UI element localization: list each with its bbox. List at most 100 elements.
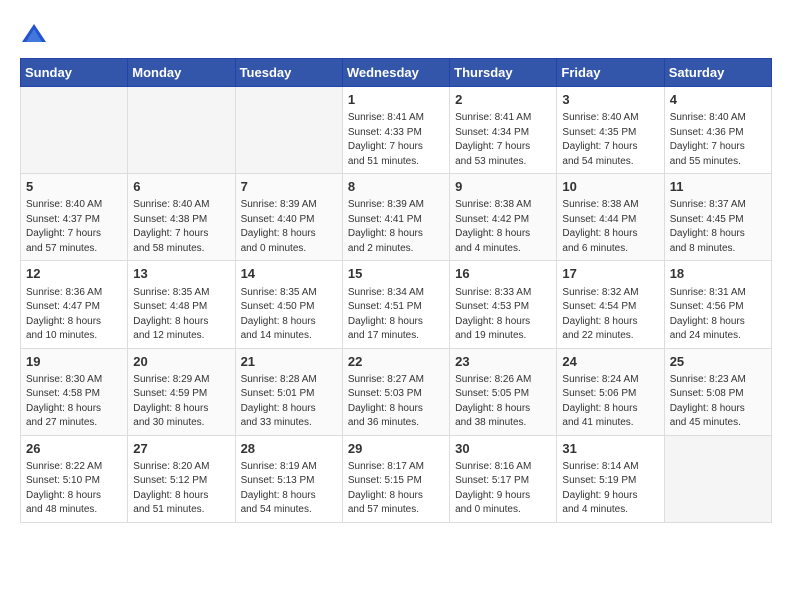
day-number: 16 (455, 265, 551, 283)
day-number: 21 (241, 353, 337, 371)
day-number: 26 (26, 440, 122, 458)
day-number: 3 (562, 91, 658, 109)
day-info: Sunrise: 8:33 AM Sunset: 4:53 PM Dayligh… (455, 286, 551, 344)
table-row: 15 Sunrise: 8:34 AM Sunset: 4:51 PM Dayli… (342, 261, 449, 348)
day-info: Sunrise: 8:28 AM Sunset: 5:01 PM Dayligh… (241, 373, 337, 431)
table-row: 12 Sunrise: 8:36 AM Sunset: 4:47 PM Dayli… (21, 261, 128, 348)
table-row: 18 Sunrise: 8:31 AM Sunset: 4:56 PM Dayli… (664, 261, 771, 348)
day-info: Sunrise: 8:34 AM Sunset: 4:51 PM Dayligh… (348, 286, 444, 344)
day-number: 17 (562, 265, 658, 283)
day-info: Sunrise: 8:26 AM Sunset: 5:05 PM Dayligh… (455, 373, 551, 431)
table-row: 3 Sunrise: 8:40 AM Sunset: 4:35 PM Daylig… (557, 87, 664, 174)
day-number: 19 (26, 353, 122, 371)
table-row: 27 Sunrise: 8:20 AM Sunset: 5:12 PM Dayli… (128, 435, 235, 522)
day-number: 14 (241, 265, 337, 283)
day-number: 8 (348, 178, 444, 196)
day-number: 6 (133, 178, 229, 196)
table-row: 21 Sunrise: 8:28 AM Sunset: 5:01 PM Dayli… (235, 348, 342, 435)
day-info: Sunrise: 8:20 AM Sunset: 5:12 PM Dayligh… (133, 460, 229, 518)
table-row: 1 Sunrise: 8:41 AM Sunset: 4:33 PM Daylig… (342, 87, 449, 174)
calendar-day-header: Tuesday (235, 59, 342, 87)
day-number: 25 (670, 353, 766, 371)
day-info: Sunrise: 8:35 AM Sunset: 4:50 PM Dayligh… (241, 286, 337, 344)
table-row: 25 Sunrise: 8:23 AM Sunset: 5:08 PM Dayli… (664, 348, 771, 435)
table-row: 26 Sunrise: 8:22 AM Sunset: 5:10 PM Dayli… (21, 435, 128, 522)
day-info: Sunrise: 8:32 AM Sunset: 4:54 PM Dayligh… (562, 286, 658, 344)
day-number: 2 (455, 91, 551, 109)
calendar-day-header: Wednesday (342, 59, 449, 87)
day-info: Sunrise: 8:40 AM Sunset: 4:36 PM Dayligh… (670, 111, 766, 169)
calendar-table: SundayMondayTuesdayWednesdayThursdayFrid… (20, 58, 772, 523)
table-row: 5 Sunrise: 8:40 AM Sunset: 4:37 PM Daylig… (21, 174, 128, 261)
day-info: Sunrise: 8:41 AM Sunset: 4:34 PM Dayligh… (455, 111, 551, 169)
day-info: Sunrise: 8:27 AM Sunset: 5:03 PM Dayligh… (348, 373, 444, 431)
table-row: 28 Sunrise: 8:19 AM Sunset: 5:13 PM Dayli… (235, 435, 342, 522)
day-info: Sunrise: 8:24 AM Sunset: 5:06 PM Dayligh… (562, 373, 658, 431)
day-info: Sunrise: 8:30 AM Sunset: 4:58 PM Dayligh… (26, 373, 122, 431)
day-info: Sunrise: 8:40 AM Sunset: 4:38 PM Dayligh… (133, 198, 229, 256)
calendar-week-row: 1 Sunrise: 8:41 AM Sunset: 4:33 PM Daylig… (21, 87, 772, 174)
table-row (21, 87, 128, 174)
day-number: 31 (562, 440, 658, 458)
day-number: 10 (562, 178, 658, 196)
table-row: 19 Sunrise: 8:30 AM Sunset: 4:58 PM Dayli… (21, 348, 128, 435)
table-row: 11 Sunrise: 8:37 AM Sunset: 4:45 PM Dayli… (664, 174, 771, 261)
table-row (235, 87, 342, 174)
table-row: 24Sunrise: 8:24 AM Sunset: 5:06 PM Dayli… (557, 348, 664, 435)
day-info: Sunrise: 8:40 AM Sunset: 4:37 PM Dayligh… (26, 198, 122, 256)
calendar-day-header: Saturday (664, 59, 771, 87)
day-info: Sunrise: 8:29 AM Sunset: 4:59 PM Dayligh… (133, 373, 229, 431)
table-row: 22 Sunrise: 8:27 AM Sunset: 5:03 PM Dayli… (342, 348, 449, 435)
day-info: Sunrise: 8:31 AM Sunset: 4:56 PM Dayligh… (670, 286, 766, 344)
calendar-day-header: Sunday (21, 59, 128, 87)
day-info: Sunrise: 8:23 AM Sunset: 5:08 PM Dayligh… (670, 373, 766, 431)
table-row: 8 Sunrise: 8:39 AM Sunset: 4:41 PM Daylig… (342, 174, 449, 261)
calendar-header-row: SundayMondayTuesdayWednesdayThursdayFrid… (21, 59, 772, 87)
day-number: 12 (26, 265, 122, 283)
table-row (664, 435, 771, 522)
day-number: 1 (348, 91, 444, 109)
day-number: 22 (348, 353, 444, 371)
table-row: 9Sunrise: 8:38 AM Sunset: 4:42 PM Daylig… (450, 174, 557, 261)
day-info: Sunrise: 8:16 AM Sunset: 5:17 PM Dayligh… (455, 460, 551, 518)
table-row (128, 87, 235, 174)
calendar-week-row: 26 Sunrise: 8:22 AM Sunset: 5:10 PM Dayli… (21, 435, 772, 522)
day-info: Sunrise: 8:19 AM Sunset: 5:13 PM Dayligh… (241, 460, 337, 518)
day-info: Sunrise: 8:39 AM Sunset: 4:41 PM Dayligh… (348, 198, 444, 256)
day-number: 23 (455, 353, 551, 371)
day-number: 7 (241, 178, 337, 196)
table-row: 4 Sunrise: 8:40 AM Sunset: 4:36 PM Daylig… (664, 87, 771, 174)
day-info: Sunrise: 8:22 AM Sunset: 5:10 PM Dayligh… (26, 460, 122, 518)
table-row: 2 Sunrise: 8:41 AM Sunset: 4:34 PM Daylig… (450, 87, 557, 174)
day-info: Sunrise: 8:35 AM Sunset: 4:48 PM Dayligh… (133, 286, 229, 344)
table-row: 10Sunrise: 8:38 AM Sunset: 4:44 PM Dayli… (557, 174, 664, 261)
day-info: Sunrise: 8:37 AM Sunset: 4:45 PM Dayligh… (670, 198, 766, 256)
day-number: 11 (670, 178, 766, 196)
day-number: 15 (348, 265, 444, 283)
day-info: Sunrise: 8:40 AM Sunset: 4:35 PM Dayligh… (562, 111, 658, 169)
day-number: 18 (670, 265, 766, 283)
table-row: 6 Sunrise: 8:40 AM Sunset: 4:38 PM Daylig… (128, 174, 235, 261)
day-number: 4 (670, 91, 766, 109)
day-info: Sunrise: 8:41 AM Sunset: 4:33 PM Dayligh… (348, 111, 444, 169)
day-number: 28 (241, 440, 337, 458)
day-info: Sunrise: 8:14 AM Sunset: 5:19 PM Dayligh… (562, 460, 658, 518)
table-row: 17 Sunrise: 8:32 AM Sunset: 4:54 PM Dayli… (557, 261, 664, 348)
table-row: 16 Sunrise: 8:33 AM Sunset: 4:53 PM Dayli… (450, 261, 557, 348)
day-number: 27 (133, 440, 229, 458)
calendar-week-row: 12 Sunrise: 8:36 AM Sunset: 4:47 PM Dayli… (21, 261, 772, 348)
day-info: Sunrise: 8:36 AM Sunset: 4:47 PM Dayligh… (26, 286, 122, 344)
calendar-day-header: Thursday (450, 59, 557, 87)
day-info: Sunrise: 8:17 AM Sunset: 5:15 PM Dayligh… (348, 460, 444, 518)
table-row: 31 Sunrise: 8:14 AM Sunset: 5:19 PM Dayli… (557, 435, 664, 522)
day-number: 5 (26, 178, 122, 196)
day-number: 20 (133, 353, 229, 371)
table-row: 14 Sunrise: 8:35 AM Sunset: 4:50 PM Dayli… (235, 261, 342, 348)
calendar-day-header: Monday (128, 59, 235, 87)
calendar-week-row: 5 Sunrise: 8:40 AM Sunset: 4:37 PM Daylig… (21, 174, 772, 261)
table-row: 20 Sunrise: 8:29 AM Sunset: 4:59 PM Dayli… (128, 348, 235, 435)
table-row: 29Sunrise: 8:17 AM Sunset: 5:15 PM Dayli… (342, 435, 449, 522)
table-row: 30Sunrise: 8:16 AM Sunset: 5:17 PM Dayli… (450, 435, 557, 522)
table-row: 7Sunrise: 8:39 AM Sunset: 4:40 PM Daylig… (235, 174, 342, 261)
day-info: Sunrise: 8:38 AM Sunset: 4:42 PM Dayligh… (455, 198, 551, 256)
